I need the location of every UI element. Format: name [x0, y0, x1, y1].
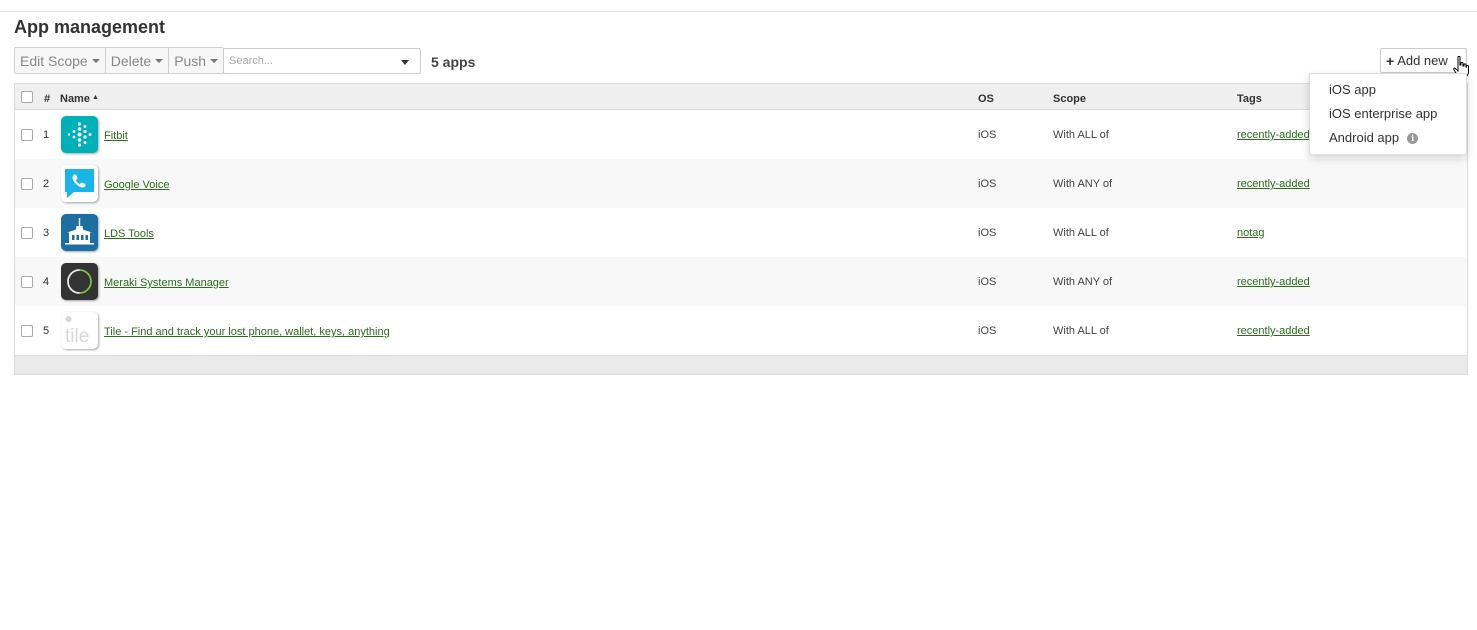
app-scope: With ALL of — [1053, 129, 1109, 141]
column-header-scope[interactable]: Scope — [1053, 93, 1086, 105]
app-tag-link[interactable]: recently-added — [1237, 178, 1310, 190]
app-scope: With ALL of — [1053, 227, 1109, 239]
google-voice-icon — [61, 165, 98, 202]
app-name-link[interactable]: Fitbit — [104, 130, 128, 142]
add-new-label: Add new — [1397, 53, 1448, 68]
table-header: # Name ▲ OS Scope Tags — [15, 84, 1467, 110]
app-tag-link[interactable]: notag — [1237, 227, 1265, 239]
row-checkbox[interactable] — [21, 325, 33, 337]
search-input[interactable] — [224, 49, 394, 73]
menu-item-label: Android app — [1329, 130, 1400, 145]
menu-item-ios-enterprise-app[interactable]: iOS enterprise app — [1329, 104, 1437, 124]
delete-label: Delete — [110, 52, 152, 69]
row-checkbox[interactable] — [21, 227, 33, 239]
row-checkbox[interactable] — [21, 276, 33, 288]
app-tag-link[interactable]: recently-added — [1237, 325, 1310, 337]
delete-button[interactable]: Delete — [105, 47, 170, 74]
app-os: iOS — [978, 178, 997, 190]
select-all-checkbox[interactable] — [21, 91, 33, 103]
lds-tools-icon — [61, 214, 98, 251]
fitbit-icon — [61, 116, 98, 153]
table-row: 2 Google Voice iOS With ANY of recently-… — [15, 159, 1467, 208]
edit-scope-button[interactable]: Edit Scope — [14, 47, 106, 74]
row-checkbox[interactable] — [21, 129, 33, 141]
app-os: iOS — [978, 227, 997, 239]
menu-item-label: iOS app — [1329, 82, 1376, 97]
app-name-link[interactable]: Google Voice — [104, 179, 169, 191]
chevron-down-icon — [155, 58, 164, 63]
sort-ascending-icon: ▲ — [91, 94, 99, 101]
top-divider — [0, 11, 1477, 12]
app-os: iOS — [978, 276, 997, 288]
row-number: 2 — [43, 178, 50, 190]
chevron-down-icon[interactable] — [401, 60, 409, 65]
table-row: 4 Meraki Systems Manager iOS With ANY of… — [15, 257, 1467, 306]
add-new-dropdown-menu: iOS app iOS enterprise app Android app i — [1309, 73, 1467, 155]
info-icon[interactable]: i — [1407, 132, 1419, 144]
app-os: iOS — [978, 129, 997, 141]
push-label: Push — [174, 52, 207, 69]
row-checkbox[interactable] — [21, 178, 33, 190]
menu-item-android-app[interactable]: Android app i — [1329, 128, 1419, 148]
row-number: 5 — [43, 325, 50, 337]
column-header-number: # — [44, 93, 51, 105]
app-name-link[interactable]: LDS Tools — [104, 228, 154, 240]
column-header-name-label: Name — [60, 93, 90, 105]
tile-logo-text: tile — [65, 326, 89, 347]
column-header-tags[interactable]: Tags — [1237, 93, 1262, 105]
app-scope: With ALL of — [1053, 325, 1109, 337]
column-header-name[interactable]: Name ▲ — [60, 93, 99, 105]
plus-icon: + — [1386, 52, 1395, 69]
table-row: 1 Fitbit iOS With ALL of recently-added — [15, 110, 1467, 159]
table-row: 5 tile Tile - Find and track your lost p… — [15, 306, 1467, 355]
app-count: 5 apps — [431, 54, 476, 70]
meraki-sm-icon — [61, 263, 98, 300]
app-name-link[interactable]: Meraki Systems Manager — [104, 277, 229, 289]
apps-table: # Name ▲ OS Scope Tags 1 Fitbit iOS With … — [14, 83, 1468, 375]
row-number: 3 — [43, 227, 50, 239]
tile-icon: tile — [61, 312, 98, 349]
page-title: App management — [14, 17, 166, 37]
column-header-os[interactable]: OS — [978, 93, 994, 105]
menu-item-ios-app[interactable]: iOS app — [1329, 80, 1376, 100]
push-button[interactable]: Push — [169, 47, 225, 74]
app-name-link[interactable]: Tile - Find and track your lost phone, w… — [104, 326, 390, 338]
menu-item-label: iOS enterprise app — [1329, 106, 1438, 121]
table-footer — [15, 355, 1467, 374]
row-number: 4 — [43, 276, 50, 288]
search-select[interactable] — [223, 48, 421, 74]
row-number: 1 — [43, 129, 50, 141]
app-scope: With ANY of — [1053, 276, 1113, 288]
app-scope: With ANY of — [1053, 178, 1113, 190]
app-tag-link[interactable]: recently-added — [1237, 129, 1310, 141]
chevron-down-icon — [210, 58, 219, 63]
chevron-down-icon — [91, 58, 100, 63]
action-toolbar: Edit Scope Delete Push — [14, 47, 225, 74]
table-row: 3 LDS Tools iOS With ALL of notag — [15, 208, 1467, 257]
app-os: iOS — [978, 325, 997, 337]
app-tag-link[interactable]: recently-added — [1237, 276, 1310, 288]
edit-scope-label: Edit Scope — [20, 52, 88, 69]
